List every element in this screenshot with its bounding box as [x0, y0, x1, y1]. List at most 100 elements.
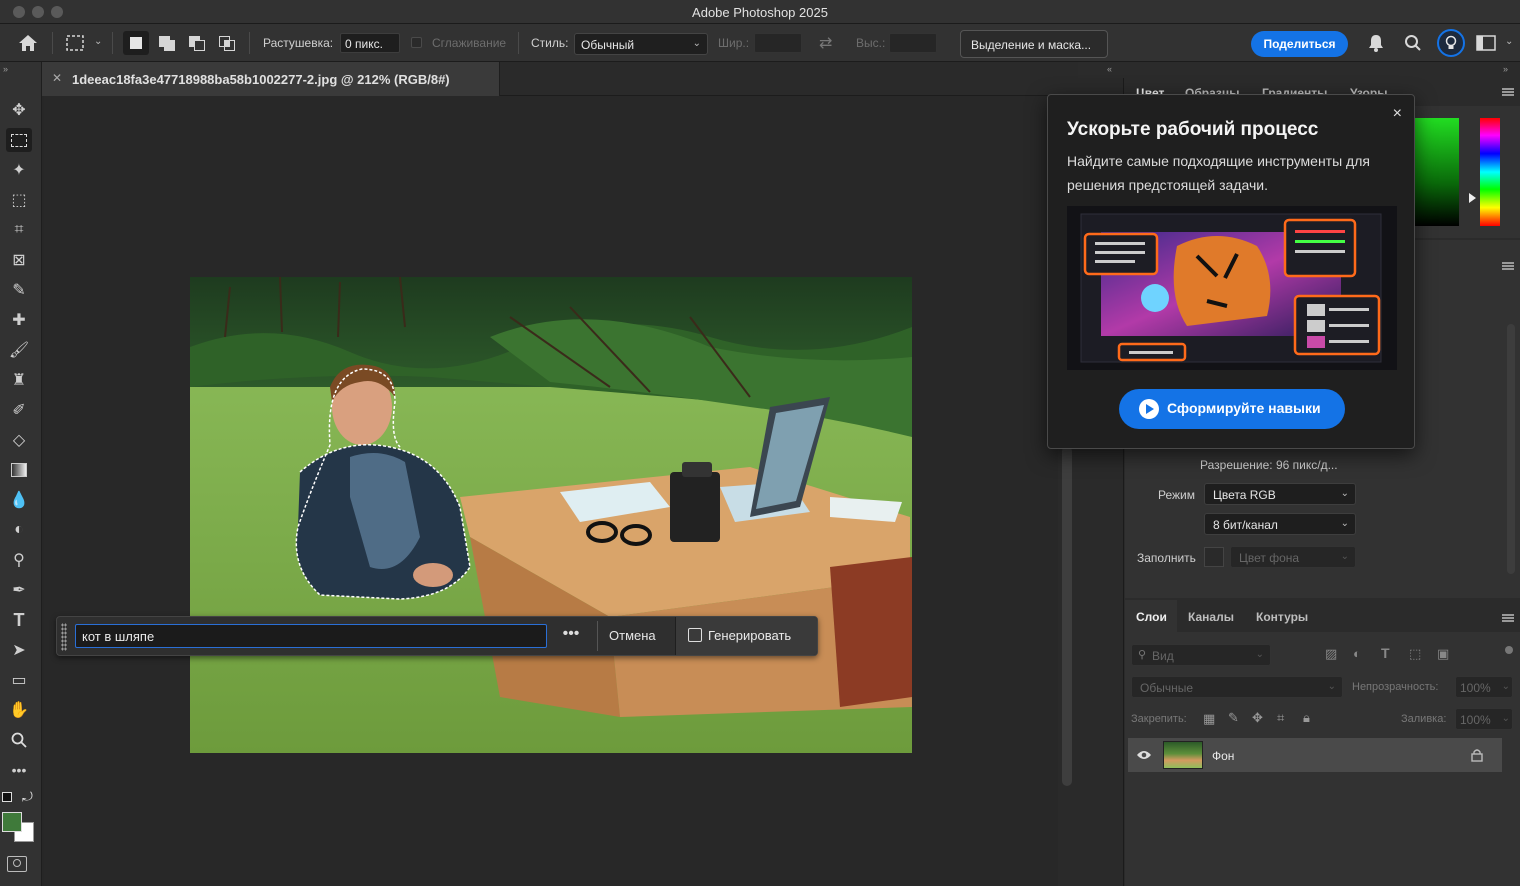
layer-row-background[interactable]: Фон [1128, 738, 1502, 772]
expand-panels-icon[interactable]: » [1503, 64, 1508, 74]
move-tool-icon[interactable]: ✥ [6, 98, 32, 122]
eye-icon[interactable] [1136, 749, 1152, 761]
hand-tool-icon[interactable]: ✋ [6, 698, 32, 722]
brush-tool-icon[interactable]: 🖌 [6, 338, 32, 362]
lock-artboard-icon[interactable]: ⌗ [1277, 710, 1284, 726]
share-button[interactable]: Поделиться [1251, 31, 1348, 57]
lock-position-icon[interactable]: ✥ [1252, 710, 1263, 726]
type-filter-icon[interactable]: T [1381, 645, 1390, 661]
layer-filter-select[interactable]: ⚲ Вид ⌄ [1131, 644, 1271, 666]
workspace-icon[interactable] [1476, 35, 1496, 51]
default-colors-icon[interactable] [2, 792, 12, 802]
panel-menu-icon[interactable] [1502, 262, 1514, 270]
chevron-down-icon: ⌄ [1340, 518, 1349, 529]
intersect-selection-button[interactable] [217, 33, 237, 53]
drag-handle[interactable] [61, 623, 67, 651]
popover-illustration [1067, 206, 1397, 370]
width-input[interactable] [754, 33, 802, 53]
height-input[interactable] [889, 33, 937, 53]
new-selection-button[interactable] [123, 31, 149, 55]
document-image[interactable] [190, 277, 912, 753]
chevron-down-icon: ⌄ [1340, 551, 1349, 562]
panel-menu-icon[interactable] [1502, 88, 1514, 96]
frame-tool-icon[interactable]: ⊠ [6, 248, 32, 272]
collapse-panels-icon[interactable]: « [1107, 64, 1112, 74]
path-selection-tool-icon[interactable]: ➤ [6, 638, 32, 662]
chevron-down-icon[interactable]: ⌄ [94, 36, 102, 47]
color-field[interactable] [1415, 118, 1459, 226]
pen-tool-icon[interactable]: ✒ [6, 578, 32, 602]
swap-colors-icon[interactable]: ⤾ [22, 789, 33, 805]
discover-button[interactable] [1437, 29, 1465, 57]
image-filter-icon[interactable]: ▨ [1325, 646, 1337, 662]
eraser-tool-icon[interactable]: ◇ [6, 428, 32, 452]
fill-input[interactable]: 100% ⌄ [1455, 708, 1513, 730]
opacity-input[interactable]: 100% ⌄ [1455, 676, 1513, 698]
hue-slider[interactable] [1480, 118, 1500, 226]
healing-brush-tool-icon[interactable]: ✚ [6, 308, 32, 332]
style-select[interactable]: Обычный ⌄ [574, 33, 708, 55]
blend-mode-select[interactable]: Обычные ⌄ [1131, 676, 1343, 698]
chevron-down-icon[interactable]: ⌄ [1505, 36, 1513, 47]
rectangle-tool-icon[interactable]: ▭ [6, 668, 32, 692]
bit-depth-select[interactable]: 8 бит/канал ⌄ [1204, 513, 1356, 535]
opacity-label: Непрозрачность: [1352, 681, 1439, 693]
app-title: Adobe Photoshop 2025 [692, 5, 828, 20]
zoom-tool-icon[interactable] [6, 728, 32, 752]
chevron-down-icon: ⌄ [1255, 649, 1264, 660]
smart-object-filter-icon[interactable]: ▣ [1437, 646, 1449, 662]
fill-select[interactable]: Цвет фона ⌄ [1230, 546, 1356, 568]
history-brush-tool-icon[interactable]: ✐ [6, 398, 32, 422]
object-selection-tool-icon[interactable]: ⬚ [6, 188, 32, 212]
marquee-preset-icon[interactable] [65, 34, 85, 52]
style-label: Стиль: [531, 36, 569, 50]
shape-filter-icon[interactable]: ⬚ [1409, 646, 1421, 662]
lock-all-icon[interactable]: 🔒︎ [1303, 710, 1310, 726]
generate-button[interactable]: Генерировать [675, 617, 817, 655]
fill-swatch[interactable] [1204, 547, 1224, 567]
search-icon[interactable] [1404, 34, 1422, 52]
lock-pixels-icon[interactable]: ✎ [1228, 710, 1239, 726]
lock-transparency-icon[interactable]: ▦ [1203, 711, 1215, 727]
popover-description: Найдите самые подходящие инструменты для… [1067, 153, 1370, 193]
more-tools-icon[interactable]: ••• [6, 758, 32, 782]
subtract-from-selection-button[interactable] [187, 33, 207, 53]
home-icon[interactable] [18, 34, 38, 52]
foreground-color-swatch[interactable] [2, 812, 22, 832]
photo-content [190, 277, 912, 753]
generative-prompt-input[interactable] [75, 624, 547, 648]
marquee-tool-icon[interactable] [6, 128, 32, 152]
bell-icon[interactable] [1367, 33, 1385, 53]
feather-input[interactable]: 0 пикс. [340, 33, 400, 53]
add-to-selection-button[interactable] [157, 33, 177, 53]
dodge-tool-icon[interactable]: ◐ [6, 518, 32, 542]
tab-channels[interactable]: Каналы [1188, 610, 1234, 624]
cancel-button[interactable]: Отмена [609, 628, 656, 643]
swap-icon[interactable]: ⇄ [819, 33, 832, 53]
build-skills-button[interactable]: Сформируйте навыки [1119, 389, 1345, 429]
adjustment-filter-icon[interactable]: ◐ [1353, 646, 1361, 661]
more-options-button[interactable]: ••• [559, 625, 583, 647]
type-tool-icon[interactable]: T [6, 608, 32, 632]
quick-selection-tool-icon[interactable]: ✦ [6, 158, 32, 182]
filter-toggle[interactable] [1505, 646, 1513, 654]
burn-tool-icon[interactable]: ⚲ [6, 548, 32, 572]
collapse-toolbar-icon[interactable]: » [3, 64, 8, 74]
blur-tool-icon[interactable]: 💧 [6, 488, 32, 512]
close-tab-icon[interactable]: ✕ [52, 71, 62, 85]
panel-menu-icon[interactable] [1502, 614, 1514, 622]
scrollbar-thumb[interactable] [1062, 446, 1072, 786]
document-tab[interactable]: ✕ 1deeac18fa3e47718988ba58b1002277-2.jpg… [42, 62, 500, 96]
quick-mask-icon[interactable] [7, 856, 27, 872]
gradient-tool-icon[interactable] [6, 458, 32, 482]
mode-select[interactable]: Цвета RGB ⌄ [1204, 483, 1356, 505]
select-and-mask-button[interactable]: Выделение и маска... [960, 30, 1108, 58]
eyedropper-tool-icon[interactable]: ✎ [6, 278, 32, 302]
antialias-checkbox[interactable] [411, 37, 422, 48]
tab-layers[interactable]: Слои [1136, 610, 1167, 624]
close-icon[interactable]: × [1393, 105, 1402, 123]
crop-tool-icon[interactable]: ⌗ [6, 218, 32, 242]
tab-paths[interactable]: Контуры [1256, 610, 1308, 624]
clone-stamp-tool-icon[interactable]: ♜ [6, 368, 32, 392]
properties-scrollbar[interactable] [1507, 324, 1515, 574]
